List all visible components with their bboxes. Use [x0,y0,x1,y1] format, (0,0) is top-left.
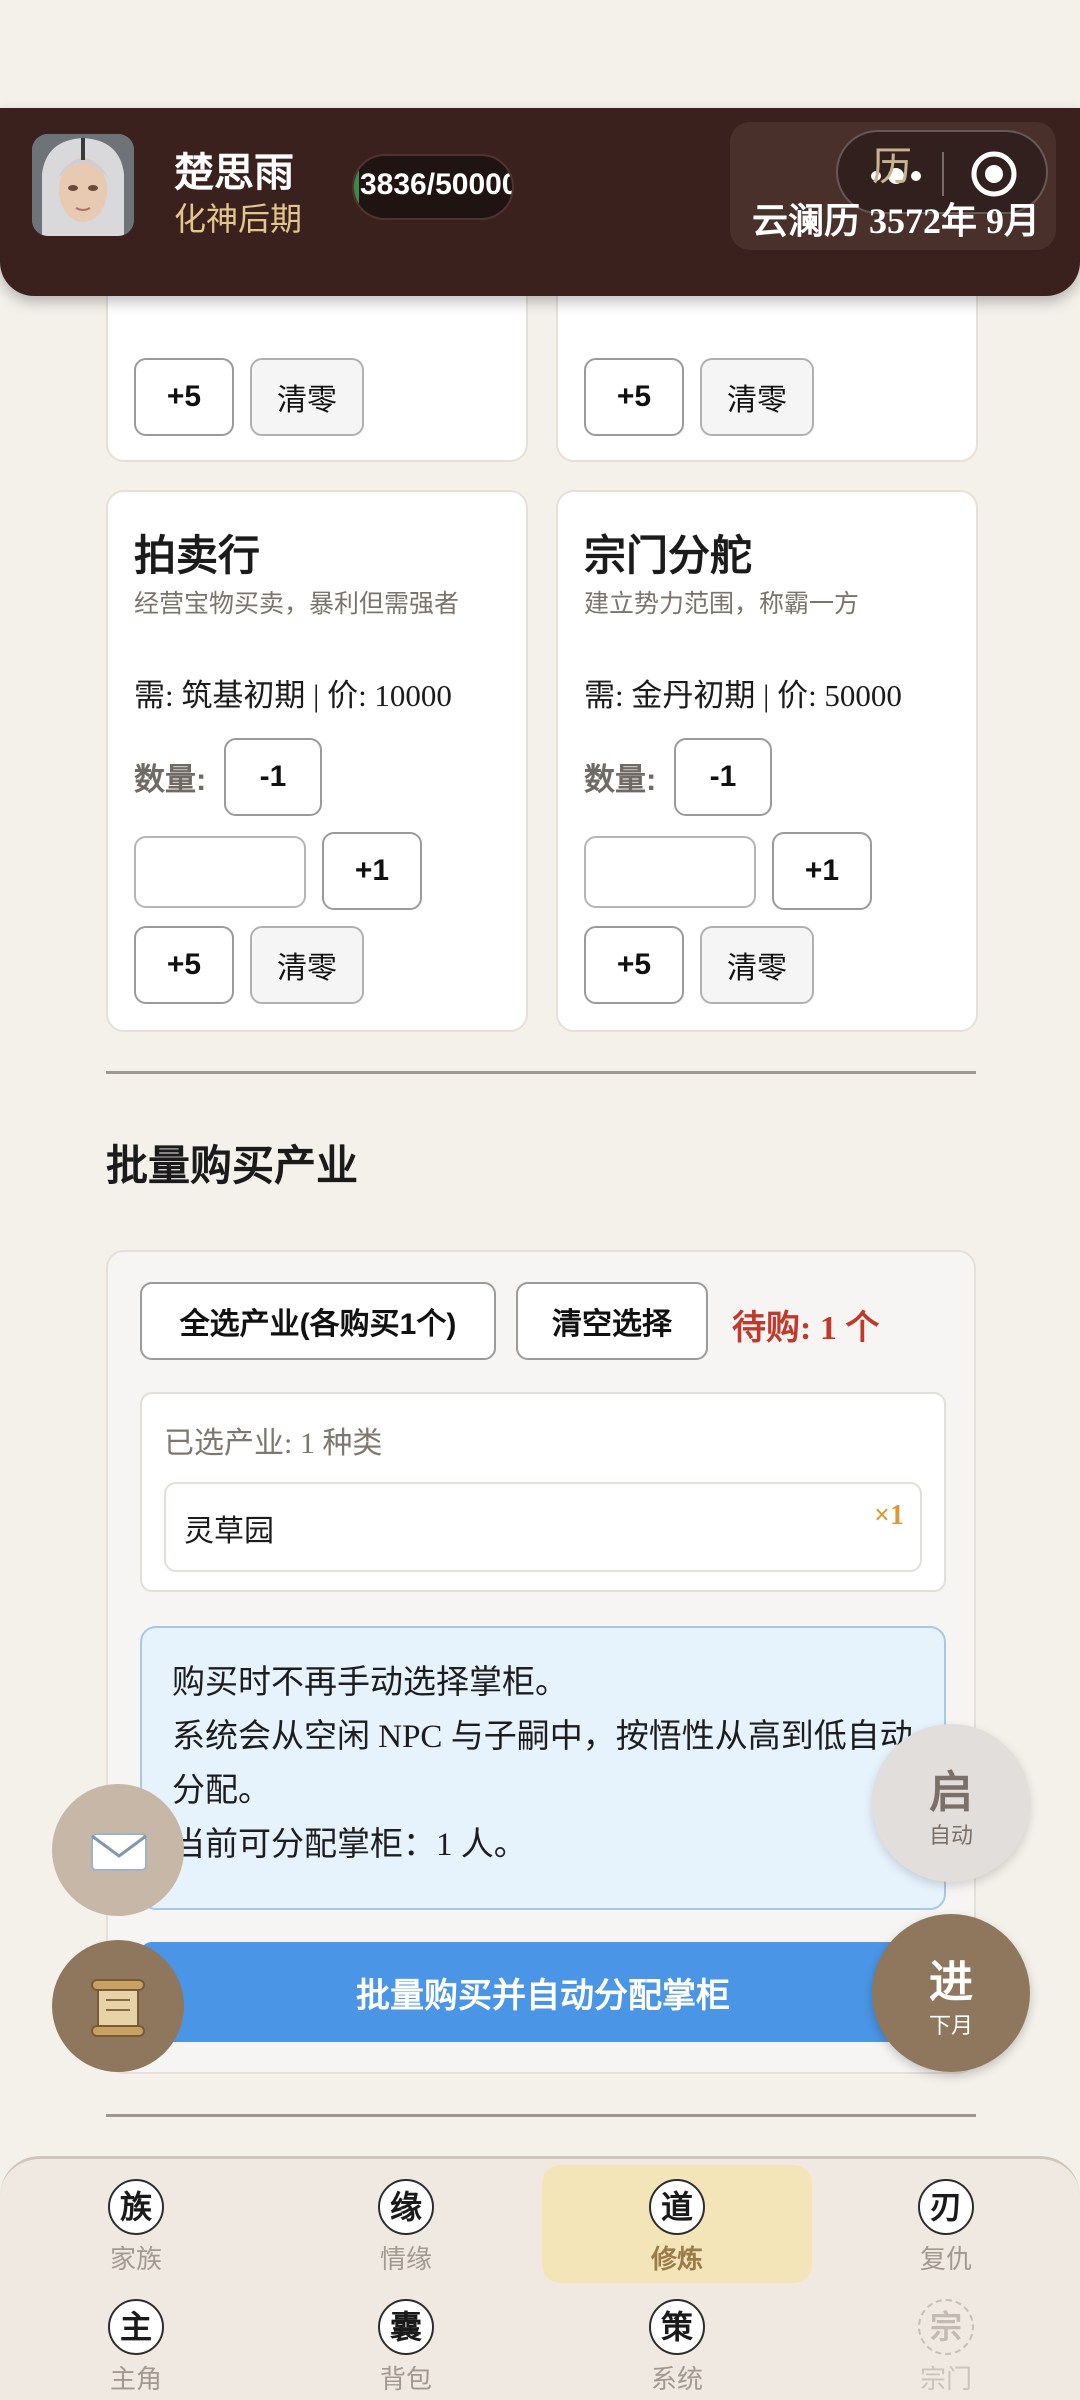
top-header: 楚思雨 化神后期 3836/500000 历 云澜历 3572年 9月 [0,108,1080,296]
calendar-glyph: 历 [872,144,912,189]
clear-button[interactable]: 清零 [250,358,364,436]
property-card-branch: 宗门分舵 建立势力范围，称霸一方 需: 金丹初期 | 价: 50000 数量: … [556,490,978,1032]
nav-item-inventory[interactable]: 囊 背包 [306,2299,506,2396]
clear-button[interactable]: 清零 [700,358,814,436]
nav-glyph: 族 [108,2179,164,2235]
nav-label: 背包 [379,2365,432,2394]
auto-button[interactable]: 启 自动 [872,1724,1030,1882]
minus1-button[interactable]: -1 [224,738,322,816]
card-requirement: 需: 金丹初期 | 价: 50000 [584,678,902,713]
nav-label: 复仇 [919,2245,972,2274]
nav-item-protagonist[interactable]: 主 主角 [36,2299,236,2396]
info-line: 当前可分配掌柜：1 人。 [172,1827,527,1863]
selected-label: 已选产业: 1 种类 [164,1427,383,1460]
info-line: 购买时不再手动选择掌柜。 [172,1665,568,1701]
nav-item-revenge[interactable]: 刃 复仇 [846,2179,1046,2276]
nav-glyph: 道 [649,2179,705,2235]
scroll-icon [91,1979,145,2037]
mail-button[interactable] [52,1784,184,1916]
pending-count: 待购: 1 个 [732,1310,880,1347]
nav-item-system[interactable]: 策 系统 [577,2299,777,2396]
nav-item-family[interactable]: 族 家族 [36,2179,236,2276]
game-date: 云澜历 3572年 9月 [752,201,1041,241]
exp-text: 3836/500000 [360,168,512,201]
nav-glyph: 囊 [378,2299,434,2355]
envelope-icon [91,1833,147,1871]
nav-label: 家族 [109,2245,162,2274]
card-description: 经营宝物买卖，暴利但需强者 [134,591,460,618]
section-divider [106,1071,976,1074]
plus1-button[interactable]: +1 [772,832,872,910]
quantity-label: 数量: [584,762,657,797]
card-title: 宗门分舵 [584,534,753,580]
quantity-input[interactable] [584,836,756,908]
scroll-button[interactable] [52,1940,184,2072]
clear-selection-button[interactable]: 清空选择 [516,1282,708,1360]
nav-glyph: 刃 [918,2179,974,2235]
character-name: 楚思雨 [174,150,294,195]
property-card-auction: 拍卖行 经营宝物买卖，暴利但需强者 需: 筑基初期 | 价: 10000 数量:… [106,490,528,1032]
quantity-input[interactable] [134,836,306,908]
card-description: 建立势力范围，称霸一方 [584,591,860,618]
auto-assign-info: 购买时不再手动选择掌柜。 系统会从空闲 NPC 与子嗣中，按悟性从高到低自动分配… [140,1626,946,1910]
selected-item[interactable]: 灵草园 ×1 [164,1482,922,1572]
minus1-button[interactable]: -1 [674,738,772,816]
card-requirement: 需: 筑基初期 | 价: 10000 [134,678,452,713]
exp-progress-bar: 3836/500000 [352,154,514,220]
select-all-button[interactable]: 全选产业(各购买1个) [140,1282,496,1360]
plus5-button[interactable]: +5 [134,358,234,436]
next-month-button[interactable]: 进 下月 [872,1914,1030,2072]
capsule-separator [942,152,944,196]
auto-button-glyph: 启 [929,1768,973,1817]
nav-label: 情缘 [379,2245,432,2274]
auto-button-label: 自动 [928,1823,973,1848]
info-line: 系统会从空闲 NPC 与子嗣中，按悟性从高到低自动分配。 [172,1719,913,1809]
selected-properties-box: 已选产业: 1 种类 灵草园 ×1 [140,1392,946,1592]
selected-item-count: ×1 [874,1500,904,1531]
nav-glyph: 缘 [378,2179,434,2235]
nav-glyph: 主 [108,2299,164,2355]
section-divider [106,2114,976,2117]
plus5-button[interactable]: +5 [134,926,234,1004]
character-realm: 化神后期 [174,201,303,237]
selected-item-name: 灵草园 [184,1515,274,1548]
plus5-button[interactable]: +5 [584,926,684,1004]
next-button-glyph: 进 [929,1958,973,2007]
quantity-label: 数量: [134,762,207,797]
nav-item-sect[interactable]: 宗 宗门 [846,2299,1046,2396]
nav-label: 主角 [109,2365,162,2394]
nav-label: 修炼 [650,2245,703,2274]
bottom-navigation: 族 家族 缘 情缘 道 修炼 刃 复仇 主 主角 囊 背包 策 系统 宗 宗门 [0,2156,1080,2400]
nav-glyph: 策 [649,2299,705,2355]
exp-progress-fill [354,156,359,218]
nav-label: 系统 [650,2365,703,2394]
nav-label: 宗门 [919,2365,972,2394]
plus1-button[interactable]: +1 [322,832,422,910]
card-title: 拍卖行 [134,534,261,580]
nav-item-cultivation[interactable]: 道 修炼 [577,2179,777,2276]
batch-purchase-panel: 全选产业(各购买1个) 清空选择 待购: 1 个 已选产业: 1 种类 灵草园 … [106,1250,976,2074]
character-avatar[interactable] [32,134,134,236]
next-button-label: 下月 [928,2013,973,2038]
clear-button[interactable]: 清零 [700,926,814,1004]
batch-section-title: 批量购买产业 [106,1144,359,1190]
plus5-button[interactable]: +5 [584,358,684,436]
nav-glyph: 宗 [918,2299,974,2355]
batch-buy-button[interactable]: 批量购买并自动分配掌柜 [140,1942,946,2042]
nav-item-romance[interactable]: 缘 情缘 [306,2179,506,2276]
clear-button[interactable]: 清零 [250,926,364,1004]
